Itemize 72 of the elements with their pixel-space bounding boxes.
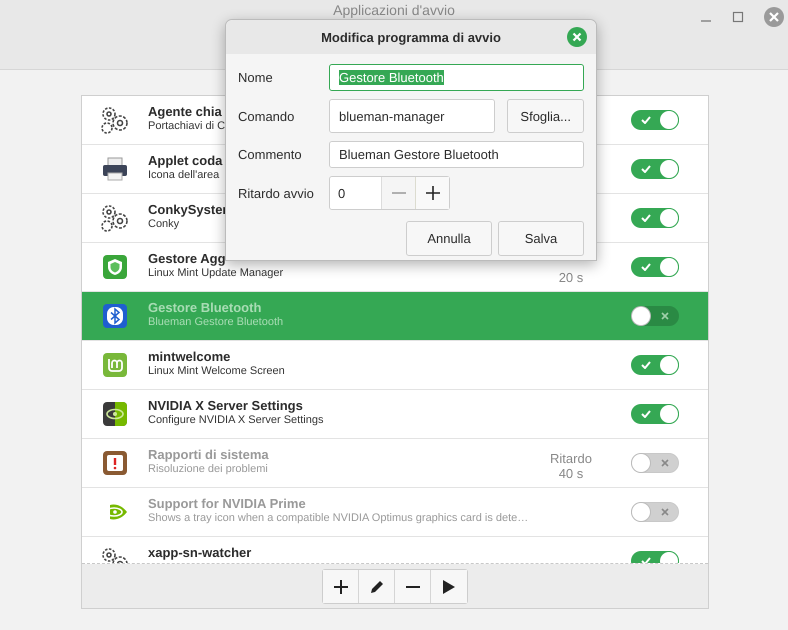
app-name: mintwelcome <box>148 349 230 364</box>
toggle-switch[interactable] <box>631 159 679 179</box>
eye-logo-icon <box>103 402 127 426</box>
toggle-switch[interactable] <box>631 355 679 375</box>
app-name: Support for NVIDIA Prime <box>148 496 306 511</box>
increment-button[interactable] <box>415 177 449 209</box>
app-name: Gestore Agg <box>148 251 226 266</box>
browse-button[interactable]: Sfoglia... <box>507 99 584 133</box>
check-icon <box>641 263 651 271</box>
check-icon <box>641 361 651 369</box>
app-description: Blueman Gestore Bluetooth <box>148 316 284 328</box>
app-description: Portachiavi di C <box>148 120 226 132</box>
play-icon <box>442 578 456 594</box>
field-label: Commento <box>238 147 303 162</box>
maximize-icon[interactable] <box>732 11 744 23</box>
check-icon <box>641 116 651 124</box>
check-icon <box>641 410 651 418</box>
startup-row[interactable]: Rapporti di sistema Risoluzione dei problemi Ritardo 40 s <box>82 439 708 488</box>
app-description: Linux Mint Update Manager <box>148 267 284 279</box>
mint-logo-icon <box>103 353 127 377</box>
plus-icon <box>424 185 441 201</box>
toggle-switch[interactable] <box>631 110 679 130</box>
toggle-switch[interactable] <box>631 404 679 424</box>
toggle-switch[interactable] <box>631 453 679 473</box>
x-icon <box>661 312 669 320</box>
x-icon <box>661 459 669 467</box>
app-name: NVIDIA X Server Settings <box>148 398 303 413</box>
field-label: Comando <box>238 108 296 124</box>
minus-icon <box>390 192 407 194</box>
comment-field[interactable]: Blueman Gestore Bluetooth <box>329 141 584 168</box>
add-button[interactable] <box>323 570 359 603</box>
field-label: Ritardo avvio <box>238 186 315 200</box>
dialog-title: Modifica programma di avvio <box>321 30 501 44</box>
x-icon <box>661 508 669 516</box>
printer-icon <box>102 157 128 181</box>
delay-value: 40 s <box>558 466 584 481</box>
check-icon <box>641 165 651 173</box>
field-label: Nome <box>238 70 274 85</box>
shield-icon <box>103 255 127 279</box>
minus-icon <box>404 586 420 588</box>
startup-row[interactable]: NVIDIA X Server Settings Configure NVIDIA X Server Settings <box>82 390 708 439</box>
save-button[interactable]: Salva <box>498 221 584 256</box>
cancel-button[interactable]: Annulla <box>406 221 492 256</box>
app-description: Linux Mint Welcome Screen <box>148 365 285 377</box>
close-icon[interactable] <box>764 7 784 27</box>
toggle-switch[interactable] <box>631 208 679 228</box>
app-name: xapp-sn-watcher <box>148 545 252 560</box>
app-description: Risoluzione dei problemi <box>148 463 268 475</box>
app-description: Configure NVIDIA X Server Settings <box>148 414 324 426</box>
window-title: Applicazioni d'avvio <box>333 2 455 19</box>
app-description: Icona dell'area <box>148 169 220 181</box>
bluetooth-icon <box>103 304 127 328</box>
toggle-switch[interactable] <box>631 502 679 522</box>
app-name: Agente chia <box>148 104 222 119</box>
toggle-switch[interactable] <box>631 306 679 326</box>
app-name: Applet coda <box>148 153 222 168</box>
report-icon <box>103 451 127 475</box>
check-icon <box>641 557 651 563</box>
app-description: Conky <box>148 218 180 230</box>
plus-icon <box>332 578 348 594</box>
toggle-switch[interactable] <box>631 257 679 277</box>
command-field[interactable]: blueman-manager <box>329 99 496 133</box>
startup-row[interactable]: mintwelcome Linux Mint Welcome Screen <box>82 341 708 390</box>
delay-value: 20 s <box>558 270 584 285</box>
delay-label: Ritardo <box>550 451 592 466</box>
app-description: Shows a tray icon when a compatible NVIDIA Optimus graphics card is dete… <box>148 512 528 524</box>
app-name: Gestore Bluetooth <box>148 300 262 315</box>
pencil-icon <box>368 578 384 594</box>
close-icon[interactable] <box>567 27 587 47</box>
app-name: Rapporti di sistema <box>148 447 269 462</box>
app-name: ConkySyster <box>148 202 228 217</box>
check-icon <box>641 214 651 222</box>
